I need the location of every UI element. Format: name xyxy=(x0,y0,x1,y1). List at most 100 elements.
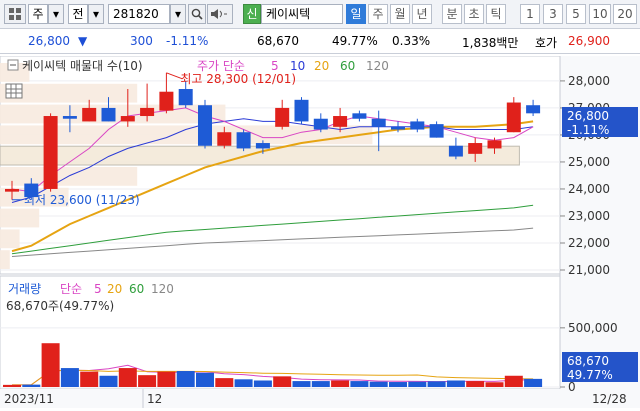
candle-body[interactable] xyxy=(198,105,212,146)
current-price-tag-value: 26,800 xyxy=(567,109,609,123)
candle-body[interactable] xyxy=(43,116,58,189)
type-select[interactable]: 전 xyxy=(68,4,88,24)
volume-bar[interactable] xyxy=(41,343,60,387)
volume-bar[interactable] xyxy=(504,375,523,387)
period-day[interactable]: 일 xyxy=(346,4,366,24)
candle-body[interactable] xyxy=(410,121,425,130)
legend-ma60: 60 xyxy=(340,59,355,73)
volume-bar[interactable] xyxy=(311,381,330,387)
new-badge: 신 xyxy=(243,4,261,24)
x-label-start: 2023/11 xyxy=(4,392,54,406)
chart-area[interactable]: 28,00027,00026,00025,00024,00023,00022,0… xyxy=(0,55,640,408)
candle-body[interactable] xyxy=(526,105,541,114)
candle-body[interactable] xyxy=(159,91,174,111)
candle-body[interactable] xyxy=(506,102,521,133)
volume-bar[interactable] xyxy=(80,371,99,387)
volume-bar[interactable] xyxy=(273,376,292,387)
volume-bar[interactable] xyxy=(369,381,388,387)
interval-3[interactable]: 3 xyxy=(543,4,563,24)
volume-tick-label: 0 xyxy=(568,380,576,394)
candle-body[interactable] xyxy=(313,118,328,130)
search-icon[interactable] xyxy=(188,4,206,24)
current-change-tag-value: -1.11% xyxy=(567,123,609,137)
volume-bar[interactable] xyxy=(138,375,157,387)
candle-body[interactable] xyxy=(120,116,135,122)
candle-body[interactable] xyxy=(236,132,251,149)
market-dropdown-icon[interactable]: ▾ xyxy=(48,4,64,24)
down-arrow-icon: ▼ xyxy=(78,34,88,48)
market-select[interactable]: 주 xyxy=(28,4,48,24)
volume-bar[interactable] xyxy=(427,381,446,387)
interval-10[interactable]: 10 xyxy=(589,4,611,24)
x-label-end: 12/28 xyxy=(592,392,627,406)
volume-bar[interactable] xyxy=(234,379,253,387)
period-month[interactable]: 월 xyxy=(390,4,410,24)
candle-body[interactable] xyxy=(429,124,444,138)
stock-code-input[interactable]: 281820 xyxy=(108,4,170,24)
period-minute[interactable]: 분 xyxy=(442,4,462,24)
volume-bar[interactable] xyxy=(176,371,195,387)
price-change-pct: -1.11% xyxy=(166,34,209,48)
candle-body[interactable] xyxy=(101,107,116,122)
indicator-settings-icon[interactable] xyxy=(5,83,23,99)
candle-body[interactable] xyxy=(275,107,290,127)
volume-bar[interactable] xyxy=(215,378,234,387)
speaker-icon[interactable] xyxy=(207,4,233,24)
volume-bar[interactable] xyxy=(292,381,311,387)
volume-bar[interactable] xyxy=(350,381,369,387)
candle-body[interactable] xyxy=(371,118,386,127)
volume-legend-ma120: 120 xyxy=(151,282,174,296)
volume-bar[interactable] xyxy=(196,372,214,387)
volume-bar[interactable] xyxy=(485,382,504,387)
candle-body[interactable] xyxy=(391,126,405,130)
stock-name-field[interactable]: 케이씨텍 xyxy=(261,4,343,24)
volume-bar[interactable] xyxy=(118,368,137,387)
legend-ma120: 120 xyxy=(366,59,389,73)
volume-bar[interactable] xyxy=(331,380,350,387)
price-change: 300 xyxy=(130,34,153,48)
candle-body[interactable] xyxy=(333,116,348,127)
candle-body[interactable] xyxy=(178,89,193,106)
volume-bar[interactable] xyxy=(408,381,427,387)
volume-bar[interactable] xyxy=(157,371,176,387)
volume-bar[interactable] xyxy=(446,380,465,387)
stock-chart[interactable]: 28,00027,00026,00025,00024,00023,00022,0… xyxy=(0,55,640,408)
candle-body[interactable] xyxy=(448,145,463,157)
volume-bar[interactable] xyxy=(22,384,41,387)
price-tick-label: 28,000 xyxy=(568,74,610,88)
high-annotation: 최고 28,300 (12/01) xyxy=(180,72,296,86)
period-year[interactable]: 년 xyxy=(412,4,432,24)
interval-5[interactable]: 5 xyxy=(566,4,586,24)
candle-body[interactable] xyxy=(217,132,232,146)
price-tick-label: 24,000 xyxy=(568,182,610,196)
volume-profile-band xyxy=(0,208,40,228)
volume-title: 거래량 xyxy=(8,282,41,296)
period-tick[interactable]: 틱 xyxy=(486,4,506,24)
code-dropdown-icon[interactable]: ▾ xyxy=(170,4,186,24)
volume-bar[interactable] xyxy=(389,382,407,387)
volume-bar[interactable] xyxy=(3,384,21,387)
candle-body[interactable] xyxy=(82,107,97,122)
volume-value: 68,670 xyxy=(257,34,299,48)
volume-bar[interactable] xyxy=(253,380,272,387)
ask-price: 26,900 xyxy=(568,34,610,48)
volume-bar[interactable] xyxy=(60,368,79,387)
period-second[interactable]: 초 xyxy=(464,4,484,24)
candle-body[interactable] xyxy=(468,143,483,154)
volume-bar[interactable] xyxy=(99,375,118,387)
candle-body[interactable] xyxy=(140,107,155,117)
type-dropdown-icon[interactable]: ▾ xyxy=(88,4,104,24)
candle-body[interactable] xyxy=(352,113,367,119)
grid-menu-icon[interactable] xyxy=(4,4,26,24)
period-week[interactable]: 주 xyxy=(368,4,388,24)
candle-body[interactable] xyxy=(5,188,19,192)
candle-body[interactable] xyxy=(62,116,77,119)
candle-body[interactable] xyxy=(294,99,309,122)
interval-20[interactable]: 20 xyxy=(613,4,637,24)
candle-body[interactable] xyxy=(255,143,270,149)
volume-bar[interactable] xyxy=(524,378,543,387)
interval-1[interactable]: 1 xyxy=(520,4,540,24)
candle-body[interactable] xyxy=(487,140,502,149)
volume-bar[interactable] xyxy=(466,381,485,387)
quote-bar: 26,800 ▼ 300 -1.11% 68,670 49.77% 0.33% … xyxy=(0,29,640,54)
